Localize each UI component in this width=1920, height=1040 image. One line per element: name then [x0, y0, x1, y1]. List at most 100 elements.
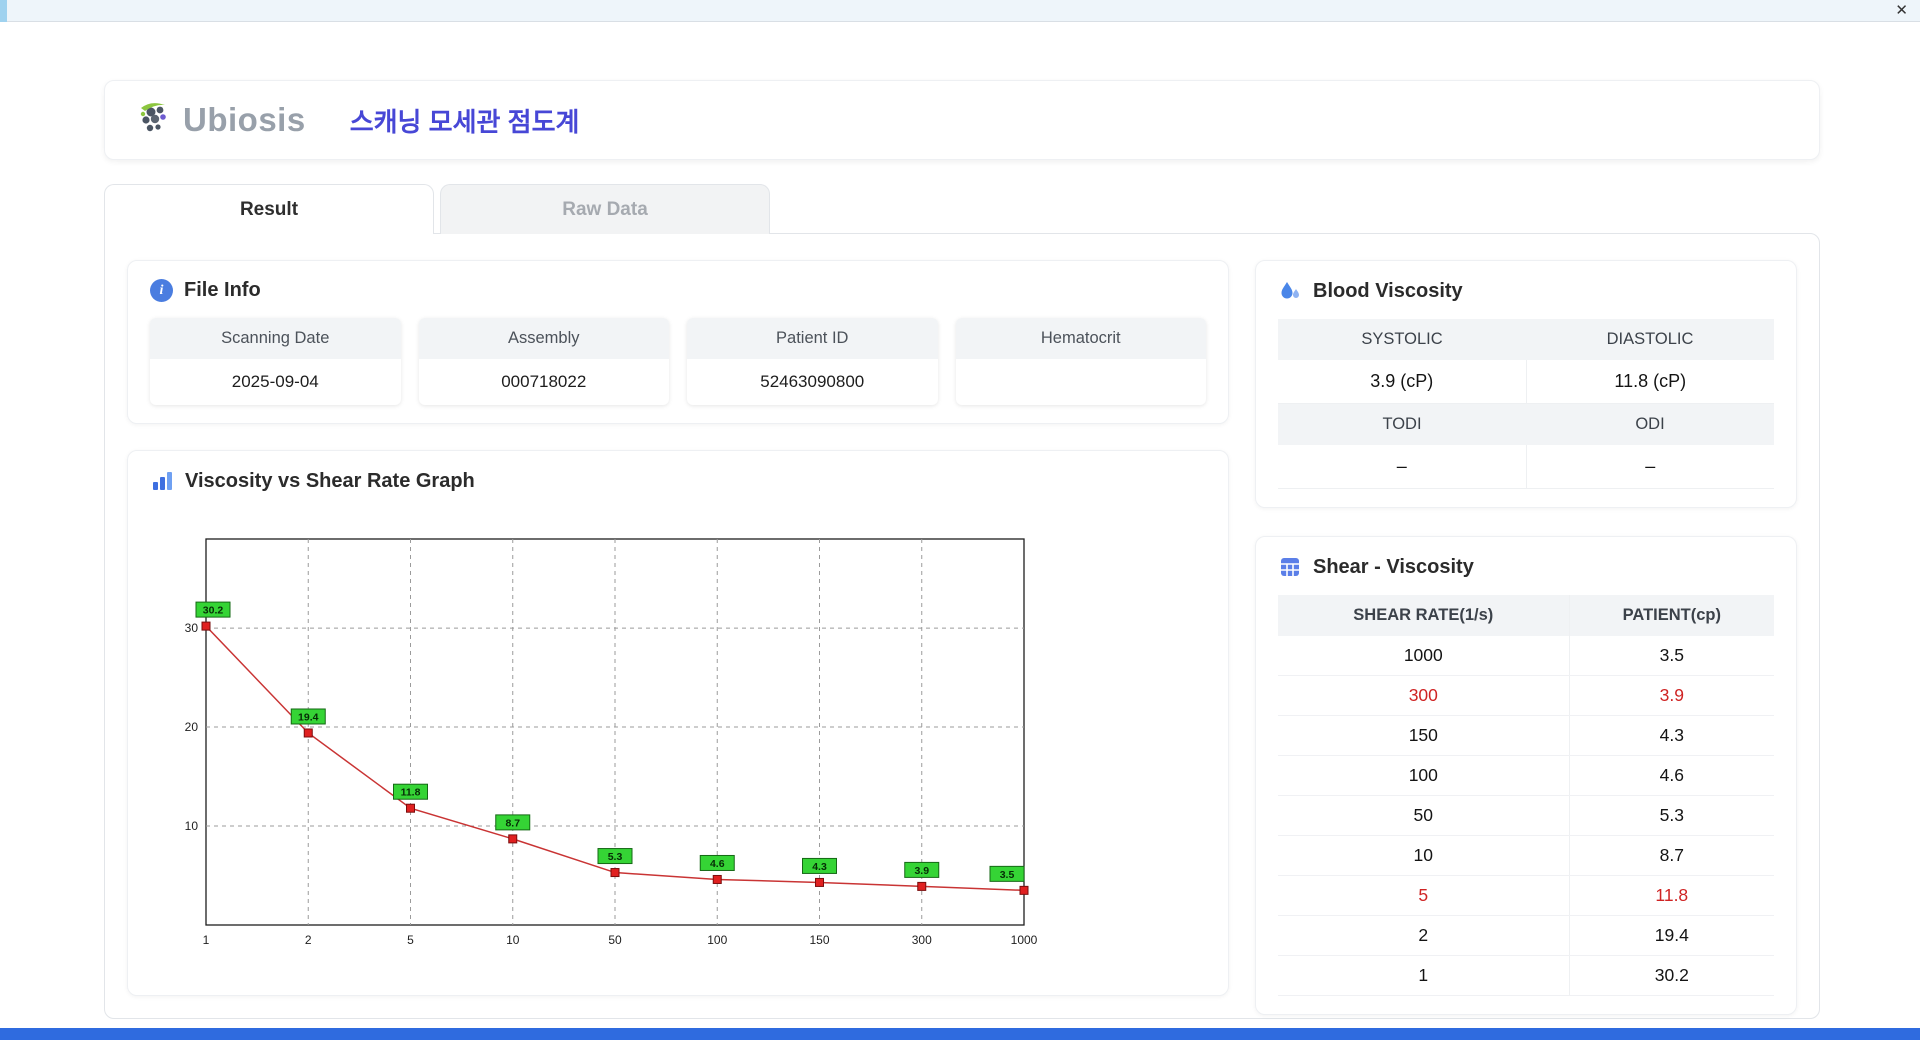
shear-rate-cell: 5 — [1278, 875, 1570, 916]
shear-rate-cell: 100 — [1278, 755, 1570, 796]
file-info-field: Assembly 000718022 — [418, 318, 669, 405]
brand-name: Ubiosis — [183, 101, 306, 138]
svg-text:20: 20 — [185, 720, 199, 734]
svg-text:11.8: 11.8 — [401, 787, 421, 799]
svg-text:30: 30 — [185, 621, 199, 635]
page-title: 스캐닝 모세관 점도계 — [349, 106, 580, 137]
shear-viscosity-table: SHEAR RATE(1/s) PATIENT(cp) 1000 3.5 300 3.… — [1278, 595, 1774, 996]
svg-text:4.3: 4.3 — [812, 861, 827, 873]
svg-text:3.9: 3.9 — [914, 865, 929, 877]
svg-text:10: 10 — [506, 933, 520, 947]
window-close-button[interactable]: ✕ — [1883, 1, 1920, 20]
field-value: 2025-09-04 — [231, 372, 319, 391]
tab-bar: Result Raw Data — [104, 184, 1820, 236]
shear-rate-cell: 1 — [1278, 955, 1570, 996]
bv-value-cell: 3.9 (cP) — [1278, 360, 1527, 404]
svg-text:3.5: 3.5 — [1000, 869, 1015, 881]
shear-table-row: 50 5.3 — [1278, 795, 1774, 836]
svg-text:300: 300 — [912, 933, 932, 947]
droplet-icon — [1281, 282, 1299, 299]
shear-rate-cell: 2 — [1278, 915, 1570, 956]
svg-text:10: 10 — [185, 819, 199, 833]
tab-raw-data[interactable]: Raw Data — [440, 184, 770, 234]
svg-text:150: 150 — [809, 933, 829, 947]
bv-value-row: – – — [1278, 445, 1774, 489]
svg-text:5: 5 — [407, 933, 414, 947]
patient-viscosity-cell: 11.8 — [1569, 875, 1774, 916]
tab-raw-data-label: Raw Data — [562, 198, 648, 220]
shear-rate-cell: 150 — [1278, 715, 1570, 756]
patient-col-header: PATIENT(cp) — [1569, 595, 1774, 636]
bar-chart-icon — [153, 472, 172, 490]
bv-header-row: TODI ODI — [1278, 404, 1774, 445]
file-info-field: Scanning Date 2025-09-04 — [150, 318, 401, 405]
graph-header: Viscosity vs Shear Rate Graph — [150, 469, 1206, 493]
bv-header-cell: SYSTOLIC — [1278, 319, 1526, 360]
bv-value-cell: – — [1278, 445, 1527, 489]
bv-header-cell: DIASTOLIC — [1526, 319, 1774, 360]
patient-viscosity-cell: 4.3 — [1569, 715, 1774, 756]
bv-header-cell: ODI — [1526, 404, 1774, 445]
blood-viscosity-header: Blood Viscosity — [1278, 279, 1774, 303]
svg-text:100: 100 — [707, 933, 727, 947]
window-edge-accent — [0, 0, 7, 22]
shear-table-row: 10 8.7 — [1278, 835, 1774, 876]
info-icon: i — [150, 279, 173, 302]
bottom-bar — [0, 1028, 1920, 1040]
svg-text:8.7: 8.7 — [505, 817, 520, 829]
patient-viscosity-cell: 3.9 — [1569, 675, 1774, 716]
field-label: Hematocrit — [955, 318, 1206, 359]
graph-title: Viscosity vs Shear Rate Graph — [185, 469, 475, 492]
ubiosis-logo-icon — [140, 103, 166, 132]
patient-viscosity-cell: 19.4 — [1569, 915, 1774, 956]
shear-table-row: 1000 3.5 — [1278, 636, 1774, 676]
field-label: Scanning Date — [150, 318, 401, 359]
bv-value-row: 3.9 (cP) 11.8 (cP) — [1278, 360, 1774, 404]
shear-col-header: SHEAR RATE(1/s) — [1278, 595, 1570, 636]
blood-viscosity-card: Blood Viscosity SYSTOLIC DIASTOLIC 3.9 (cP… — [1255, 260, 1797, 508]
shear-table-row: 5 11.8 — [1278, 875, 1774, 916]
field-label: Assembly — [418, 318, 669, 359]
svg-text:30.2: 30.2 — [203, 605, 224, 617]
left-column: i File Info Scanning Date 2025-09-04 Assem… — [127, 260, 1229, 996]
window-titlebar: ✕ — [0, 0, 1920, 22]
blood-viscosity-title: Blood Viscosity — [1313, 279, 1463, 302]
patient-viscosity-cell: 30.2 — [1569, 955, 1774, 996]
viscosity-chart: 10 20 30 1 2 5 10 50 100 150 300 1000 30.2 19.4 11.8 8.… — [185, 538, 1038, 947]
shear-rate-cell: 300 — [1278, 675, 1570, 716]
patient-viscosity-cell: 5.3 — [1569, 795, 1774, 836]
patient-viscosity-cell: 8.7 — [1569, 835, 1774, 876]
svg-text:4.6: 4.6 — [710, 858, 725, 870]
shear-viscosity-header: Shear - Viscosity — [1278, 555, 1774, 579]
bv-header-cell: TODI — [1278, 404, 1526, 445]
shear-table-row: 1 30.2 — [1278, 955, 1774, 996]
svg-text:2: 2 — [305, 933, 312, 947]
tab-result-label: Result — [239, 198, 299, 220]
viscosity-chart-area: 10 20 30 1 2 5 10 50 100 150 300 1000 30.2 19.4 11.8 8.… — [150, 509, 1206, 966]
blood-viscosity-table: SYSTOLIC DIASTOLIC 3.9 (cP) 11.8 (cP) TODI OD… — [1278, 319, 1774, 489]
app-page: Ubiosis 스캐닝 모세관 점도계 Result Raw Data i Fi… — [0, 22, 1920, 1028]
field-value — [956, 359, 1207, 403]
shear-table-row: 2 19.4 — [1278, 915, 1774, 956]
file-info-header: i File Info — [150, 279, 1206, 302]
svg-text:1000: 1000 — [1011, 933, 1038, 947]
field-value: 52463090800 — [760, 372, 865, 391]
shear-table-row: 300 3.9 — [1278, 675, 1774, 716]
shear-viscosity-card: Shear - Viscosity SHEAR RATE(1/s) PATIEN… — [1255, 536, 1797, 1015]
shear-rate-cell: 50 — [1278, 795, 1570, 836]
tab-result[interactable]: Result — [104, 184, 434, 236]
content-panel: i File Info Scanning Date 2025-09-04 Assem… — [104, 233, 1820, 1019]
patient-viscosity-cell: 3.5 — [1569, 636, 1774, 676]
shear-rate-cell: 10 — [1278, 835, 1570, 876]
shear-viscosity-title: Shear - Viscosity — [1313, 555, 1474, 578]
svg-text:19.4: 19.4 — [298, 711, 319, 723]
shear-rate-cell: 1000 — [1278, 636, 1570, 676]
field-label: Patient ID — [687, 318, 938, 359]
brand-logo: Ubiosis — [135, 98, 306, 142]
shear-table-row: 100 4.6 — [1278, 755, 1774, 796]
file-info-fields: Scanning Date 2025-09-04 Assembly 000718022… — [150, 318, 1206, 405]
app-header: Ubiosis 스캐닝 모세관 점도계 — [104, 80, 1820, 160]
patient-viscosity-cell: 4.6 — [1569, 755, 1774, 796]
bv-value-cell: – — [1526, 445, 1774, 489]
bv-value-cell: 11.8 (cP) — [1526, 360, 1774, 404]
